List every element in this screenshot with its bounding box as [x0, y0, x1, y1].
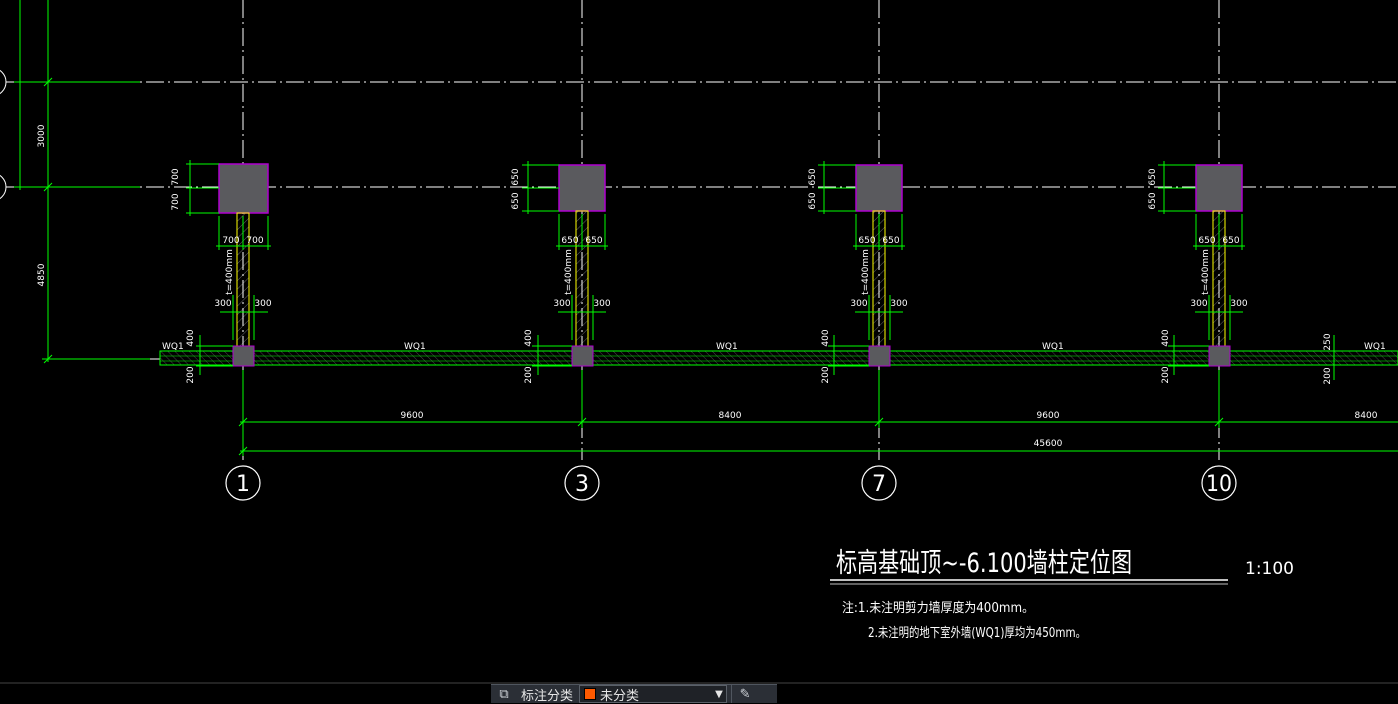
col1-wall-dim-left: 300: [214, 299, 231, 309]
col3-wall-dim-right: 300: [593, 299, 610, 309]
vertical-axis-lines: [242, 0, 1220, 460]
right-base-dim-top: 250: [1323, 333, 1333, 350]
col3-width-dim-left: 650: [561, 236, 578, 246]
drawing-note-2: 2.未注明的地下室外墙(WQ1)厚均为450mm。: [868, 625, 1086, 641]
annotation-category-select[interactable]: 未分类 ▼: [579, 685, 728, 704]
axis-bubble-3: 3: [575, 472, 589, 497]
col3-base-dim-bottom: 200: [524, 366, 534, 383]
col10-wall-thickness: t=400mm: [1201, 249, 1211, 295]
col10-width-dim-right: 650: [1222, 236, 1239, 246]
col7-height-dim-bottom: 650: [808, 192, 818, 209]
col7-wall-thickness: t=400mm: [861, 249, 871, 295]
span-dim-1: 9600: [401, 411, 424, 421]
col10-base-dim-bottom: 200: [1161, 366, 1171, 383]
col3-base-dim-top: 400: [524, 329, 534, 346]
drawing-scale: 1:100: [1245, 559, 1294, 579]
col7-base-dim-bottom: 200: [821, 366, 831, 383]
col3-wall-dim-left: 300: [553, 299, 570, 309]
col10-width-dim-left: 650: [1198, 236, 1215, 246]
col10-height-dim-bottom: 650: [1148, 192, 1158, 209]
col1-base-dim-top: 400: [186, 329, 196, 346]
col10-wall-dim-left: 300: [1190, 299, 1207, 309]
span-dim-2: 8400: [719, 411, 742, 421]
col7-wall-dim-left: 300: [850, 299, 867, 309]
wall-label-wq1-0: WQ1: [162, 342, 184, 352]
annotation-category-label: 标注分类: [521, 688, 574, 704]
col1-width-dim-left: 700: [222, 236, 239, 246]
col7-width-dim-left: 650: [858, 236, 875, 246]
col3-width-dim-right: 650: [585, 236, 602, 246]
chevron-down-icon[interactable]: ▼: [712, 689, 726, 700]
left-dim-3000: 3000: [37, 124, 47, 147]
horizontal-axis-lines: [6, 81, 1398, 360]
axis-bubble-10: 10: [1206, 472, 1232, 497]
col10-height-dim-top: 650: [1148, 168, 1158, 185]
axis-bubbles: [225, 465, 1237, 501]
category-select-value: 未分类: [600, 688, 640, 704]
annotation-toolbar: ⧉ 标注分类 未分类 ▼ ✎: [491, 684, 777, 704]
cad-drawing-canvas: 3000 4850 WQ1 WQ1 WQ1 WQ1 WQ1 700 700 70…: [0, 0, 1398, 684]
category-color-swatch: [584, 688, 597, 700]
col10-base-dim-top: 400: [1161, 329, 1171, 346]
wall-label-wq1-1: WQ1: [404, 342, 426, 352]
edit-icon[interactable]: ✎: [731, 685, 758, 703]
col7-height-dim-top: 650: [808, 168, 818, 185]
col1-base-dim-bottom: 200: [186, 366, 196, 383]
wall-label-wq1-4: WQ1: [1364, 342, 1386, 352]
drawing-title: 标高基础顶~-6.100墙柱定位图: [836, 548, 1132, 579]
left-dim-4850: 4850: [37, 263, 47, 286]
drawing-note-1: 注:1.未注明剪力墙厚度为400mm。: [842, 600, 1034, 616]
title-underline: [830, 579, 1228, 585]
col7-base-dim-top: 400: [821, 329, 831, 346]
wall-label-wq1-3: WQ1: [1042, 342, 1064, 352]
col3-height-dim-bottom: 650: [511, 192, 521, 209]
col1-wall-dim-right: 300: [254, 299, 271, 309]
span-dim-3: 9600: [1037, 411, 1060, 421]
col1-wall-thickness: t=400mm: [225, 249, 235, 295]
span-dim-4: 8400: [1355, 411, 1378, 421]
col1-width-dim-right: 700: [246, 236, 263, 246]
col7-width-dim-right: 650: [882, 236, 899, 246]
annotation-icon[interactable]: ⧉: [491, 685, 517, 703]
col1-height-dim-bottom: 700: [171, 193, 181, 210]
col10-wall-dim-right: 300: [1230, 299, 1247, 309]
left-axis-bubbles: [0, 69, 7, 200]
axis-bubble-7: 7: [872, 472, 886, 497]
col3-height-dim-top: 650: [511, 168, 521, 185]
wall-label-wq1-2: WQ1: [716, 342, 738, 352]
total-span-dim: 45600: [1034, 439, 1063, 449]
col7-wall-dim-right: 300: [890, 299, 907, 309]
col1-height-dim-top: 700: [171, 168, 181, 185]
axis-bubble-1: 1: [236, 472, 250, 497]
right-base-dim-bottom: 200: [1323, 367, 1333, 384]
left-dimension-chain: [14, 0, 150, 364]
col3-wall-thickness: t=400mm: [564, 249, 574, 295]
